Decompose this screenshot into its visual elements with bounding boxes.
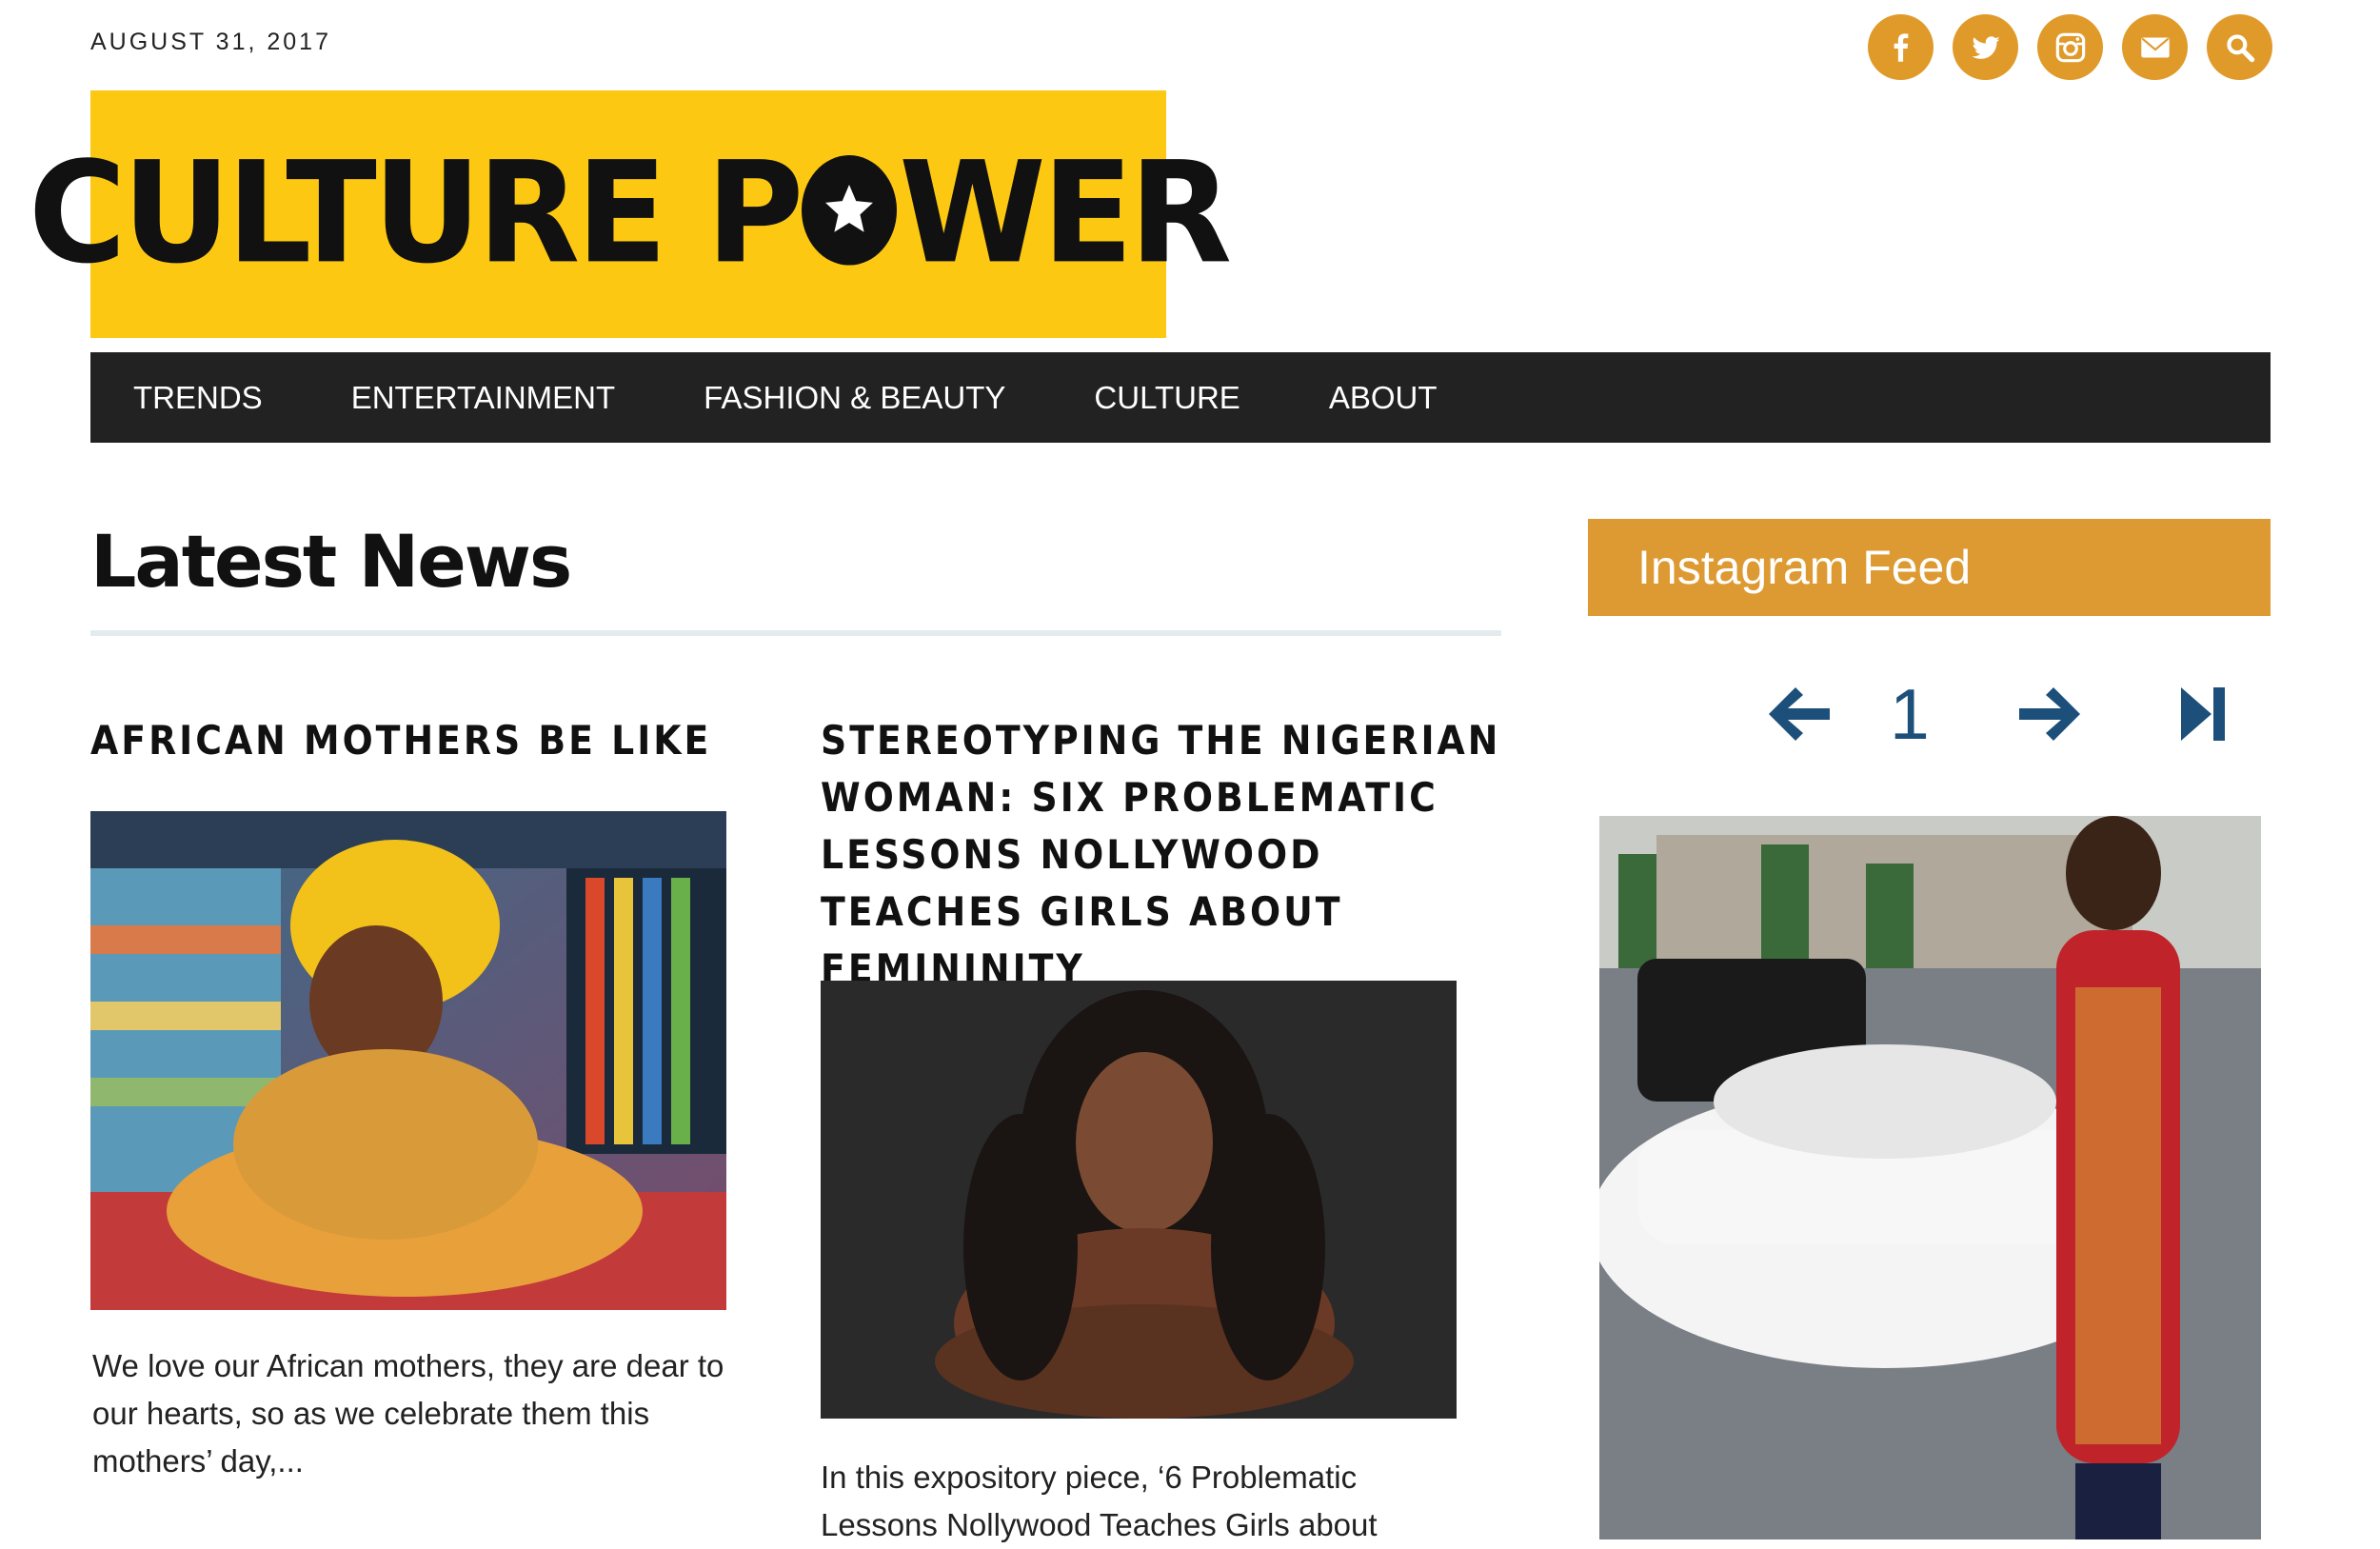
post-title-1[interactable]: AFRICAN MOTHERS BE LIKE — [90, 712, 757, 769]
nav-item-entertainment[interactable]: ENTERTAINMENT — [351, 380, 615, 416]
facebook-icon[interactable] — [1868, 14, 1934, 80]
post-title-2[interactable]: STEREOTYPING THE NIGERIAN WOMAN: SIX PRO… — [821, 712, 1506, 998]
logo-text-right: WER — [899, 131, 1232, 296]
logo-text-left: CULTURE P — [28, 131, 803, 296]
date-label: AUGUST 31, 2017 — [90, 29, 331, 55]
instagram-feed-image[interactable] — [1599, 816, 2261, 1539]
instagram-feed-header: Instagram Feed — [1588, 519, 2271, 616]
post-excerpt-1: We love our African mothers, they are de… — [92, 1348, 724, 1479]
email-icon[interactable] — [2122, 14, 2188, 80]
heading-divider — [90, 630, 1501, 636]
star-icon — [802, 155, 898, 266]
logo-wordmark: CULTURE P WER — [29, 144, 1232, 285]
feed-page-number: 1 — [1890, 674, 1930, 754]
arrow-left-icon[interactable] — [1756, 666, 1842, 762]
nav-item-trends[interactable]: TRENDS — [133, 380, 263, 416]
instagram-icon[interactable] — [2037, 14, 2103, 80]
post-excerpt-2: In this expository piece, ‘6 Problematic… — [821, 1460, 1378, 1542]
post-image-2[interactable] — [821, 981, 1457, 1419]
twitter-icon[interactable] — [1953, 14, 2018, 80]
social-links — [1868, 14, 2272, 80]
last-page-icon[interactable] — [2161, 666, 2247, 762]
nav-item-about[interactable]: ABOUT — [1329, 380, 1438, 416]
main-nav: TRENDS ENTERTAINMENT FASHION & BEAUTY CU… — [90, 352, 2271, 443]
nav-item-fashion-beauty[interactable]: FASHION & BEAUTY — [704, 380, 1005, 416]
arrow-right-icon[interactable] — [2007, 666, 2092, 762]
post-image-1[interactable] — [90, 811, 726, 1310]
search-icon[interactable] — [2207, 14, 2272, 80]
page-title: Latest News — [90, 519, 572, 604]
nav-item-culture[interactable]: CULTURE — [1094, 380, 1240, 416]
site-logo[interactable]: CULTURE P WER — [29, 90, 1232, 338]
